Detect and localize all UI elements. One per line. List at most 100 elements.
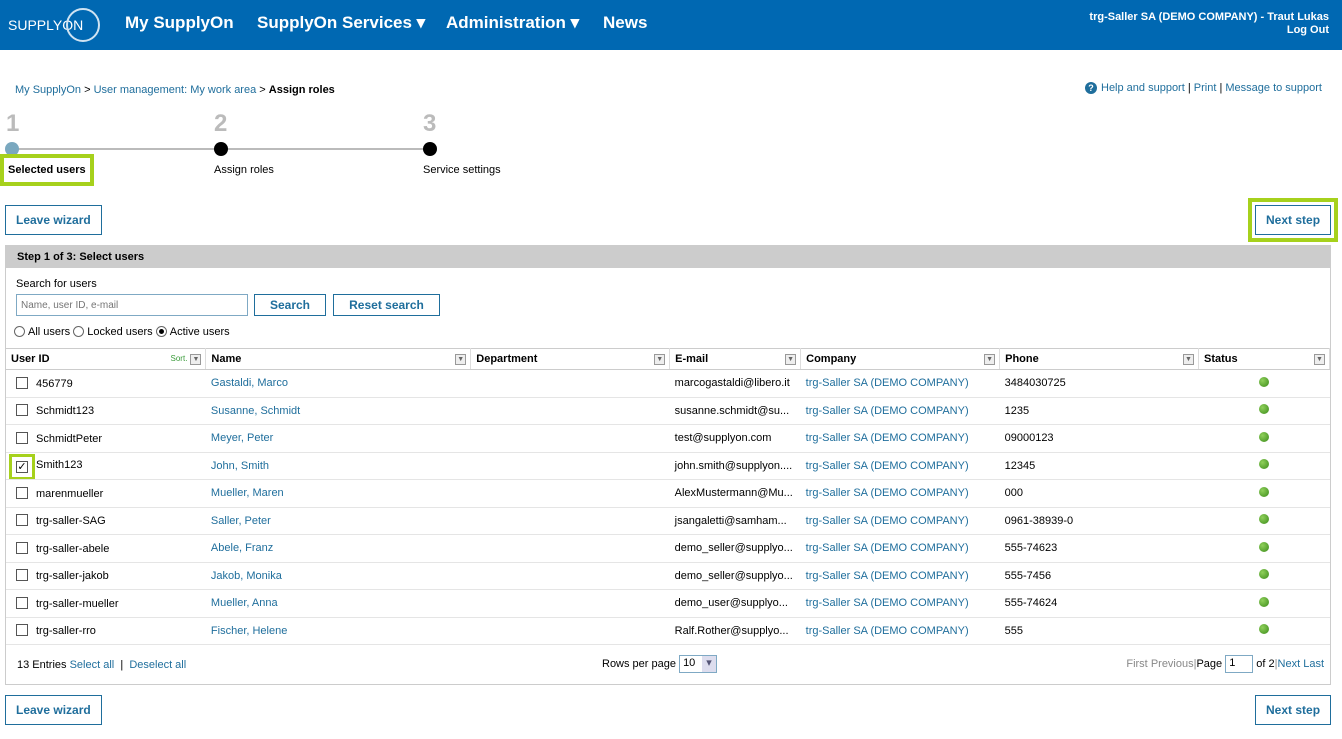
breadcrumb-my-supplyon[interactable]: My SupplyOn bbox=[15, 84, 81, 96]
page-of: of 2 bbox=[1256, 657, 1275, 670]
email: Ralf.Rother@supplyo... bbox=[669, 617, 801, 645]
user-filter-radios: All users Locked users Active users bbox=[14, 326, 230, 338]
column-menu-icon[interactable]: ▼ bbox=[190, 354, 202, 365]
company-link[interactable]: trg-Saller SA (DEMO COMPANY) bbox=[806, 625, 969, 637]
user-id: trg-saller-abele bbox=[36, 542, 110, 555]
user-name-link[interactable]: Abele, Franz bbox=[211, 542, 273, 554]
column-menu-icon[interactable]: ▼ bbox=[455, 354, 467, 365]
company-link[interactable]: trg-Saller SA (DEMO COMPANY) bbox=[806, 405, 969, 417]
table-row: 456779 Gastaldi, Marco marcogastaldi@lib… bbox=[6, 369, 1330, 398]
company-link[interactable]: trg-Saller SA (DEMO COMPANY) bbox=[806, 460, 969, 472]
row-checkbox[interactable] bbox=[16, 569, 28, 582]
phone: 12345 bbox=[999, 452, 1199, 480]
column-header[interactable]: Status ▼ bbox=[1198, 348, 1330, 370]
row-checkbox[interactable] bbox=[16, 514, 28, 527]
row-checkbox[interactable] bbox=[16, 596, 28, 609]
radio-active-users[interactable] bbox=[155, 326, 167, 337]
deselect-all-link[interactable]: Deselect all bbox=[129, 659, 186, 671]
row-checkbox[interactable] bbox=[16, 431, 28, 444]
nav-news[interactable]: News bbox=[603, 13, 647, 33]
user-name-link[interactable]: Mueller, Anna bbox=[211, 597, 278, 609]
column-header[interactable]: Company ▼ bbox=[800, 348, 1001, 370]
column-header[interactable]: Phone ▼ bbox=[999, 348, 1199, 370]
status-active-icon bbox=[1258, 624, 1269, 635]
user-name-link[interactable]: Susanne, Schmidt bbox=[211, 405, 300, 417]
user-name-link[interactable]: Mueller, Maren bbox=[211, 487, 284, 499]
department bbox=[470, 507, 670, 535]
row-checkbox[interactable] bbox=[16, 404, 28, 417]
leave-wizard-button-bottom[interactable]: Leave wizard bbox=[5, 695, 102, 725]
page-input[interactable]: 1 bbox=[1225, 655, 1254, 673]
search-button[interactable]: Search bbox=[254, 294, 326, 316]
status-active-icon bbox=[1258, 431, 1269, 442]
status-active-icon bbox=[1258, 486, 1269, 497]
column-header[interactable]: E-mail ▼ bbox=[669, 348, 802, 370]
search-label: Search for users bbox=[16, 278, 97, 290]
print-link[interactable]: Print bbox=[1194, 82, 1217, 94]
user-name-link[interactable]: John, Smith bbox=[211, 460, 269, 472]
department bbox=[470, 617, 670, 645]
company-link[interactable]: trg-Saller SA (DEMO COMPANY) bbox=[806, 570, 969, 582]
column-header[interactable]: Name ▼ bbox=[205, 348, 472, 370]
help-link[interactable]: Help and support bbox=[1101, 82, 1185, 94]
breadcrumb-user-management[interactable]: User management: My work area bbox=[94, 84, 257, 96]
phone: 000 bbox=[999, 479, 1199, 508]
radio-label: All users bbox=[28, 326, 71, 338]
company-link[interactable]: trg-Saller SA (DEMO COMPANY) bbox=[806, 377, 969, 389]
company-link[interactable]: trg-Saller SA (DEMO COMPANY) bbox=[806, 487, 969, 499]
phone: 555-74623 bbox=[999, 534, 1199, 563]
company-link[interactable]: trg-Saller SA (DEMO COMPANY) bbox=[806, 515, 969, 527]
table-row: Schmidt123 Susanne, Schmidt susanne.schm… bbox=[6, 397, 1330, 425]
next-page-link[interactable]: Next bbox=[1278, 658, 1301, 670]
nav-administration[interactable]: Administration ▾ bbox=[446, 13, 579, 33]
company-link[interactable]: trg-Saller SA (DEMO COMPANY) bbox=[806, 432, 969, 444]
row-checkbox[interactable] bbox=[16, 541, 28, 554]
column-header[interactable]: Department ▼ bbox=[470, 348, 671, 370]
user-name-link[interactable]: Jakob, Monika bbox=[211, 570, 282, 582]
leave-wizard-button[interactable]: Leave wizard bbox=[5, 205, 102, 235]
column-header[interactable]: User ID Sort. ▼ bbox=[6, 348, 207, 370]
next-step-button[interactable]: Next step bbox=[1247, 198, 1339, 242]
department bbox=[470, 397, 670, 425]
step-number: 1 bbox=[6, 110, 20, 137]
step-label-service-settings: Service settings bbox=[423, 164, 501, 176]
radio-all-users[interactable] bbox=[14, 326, 25, 337]
radio-locked-users[interactable] bbox=[73, 326, 85, 337]
step-dot-current bbox=[5, 142, 19, 156]
company-link[interactable]: trg-Saller SA (DEMO COMPANY) bbox=[806, 597, 969, 609]
nav-my-supplyon[interactable]: My SupplyOn bbox=[125, 13, 234, 33]
users-table: User ID Sort. ▼ Name ▼ Department ▼ E-mail ▼ Comp… bbox=[6, 348, 1330, 645]
message-link[interactable]: Message to support bbox=[1225, 82, 1322, 94]
column-menu-icon[interactable]: ▼ bbox=[785, 354, 797, 365]
breadcrumb: My SupplyOn > User management: My work a… bbox=[15, 84, 335, 96]
user-name-link[interactable]: Saller, Peter bbox=[211, 515, 271, 527]
supplyon-logo[interactable]: SUPPLYON bbox=[8, 8, 100, 42]
first-page-link: First bbox=[1126, 657, 1148, 670]
row-checkbox[interactable] bbox=[16, 376, 28, 389]
user-name-link[interactable]: Fischer, Helene bbox=[211, 625, 287, 637]
row-checkbox[interactable]: ✓ bbox=[9, 453, 35, 479]
row-checkbox[interactable] bbox=[16, 486, 28, 499]
reset-search-button[interactable]: Reset search bbox=[333, 294, 440, 316]
table-row: SchmidtPeter Meyer, Peter test@supplyon.… bbox=[6, 424, 1330, 453]
search-input[interactable] bbox=[16, 294, 248, 316]
row-checkbox[interactable] bbox=[16, 624, 28, 637]
column-menu-icon[interactable]: ▼ bbox=[1314, 354, 1325, 365]
last-page-link[interactable]: Last bbox=[1303, 658, 1324, 670]
nav-supplyon-services[interactable]: SupplyOn Services ▾ bbox=[257, 13, 425, 33]
select-all-link[interactable]: Select all bbox=[70, 659, 115, 671]
email: marcogastaldi@libero.it bbox=[669, 369, 801, 398]
user-name-link[interactable]: Meyer, Peter bbox=[211, 432, 273, 444]
step-dot bbox=[214, 142, 228, 156]
next-step-button-bottom[interactable]: Next step bbox=[1255, 695, 1332, 725]
user-id: trg-saller-jakob bbox=[36, 570, 109, 583]
company-link[interactable]: trg-Saller SA (DEMO COMPANY) bbox=[806, 542, 969, 554]
entries-count: 13 Entries bbox=[17, 659, 67, 671]
column-menu-icon[interactable]: ▼ bbox=[1183, 354, 1194, 365]
rows-per-page-select[interactable]: 10 bbox=[679, 655, 718, 673]
column-menu-icon[interactable]: ▼ bbox=[654, 354, 666, 365]
user-name-link[interactable]: Gastaldi, Marco bbox=[211, 377, 288, 389]
email: jsangaletti@samham... bbox=[669, 507, 801, 535]
column-menu-icon[interactable]: ▼ bbox=[984, 354, 996, 365]
logout-link[interactable]: Log Out bbox=[1089, 24, 1329, 37]
